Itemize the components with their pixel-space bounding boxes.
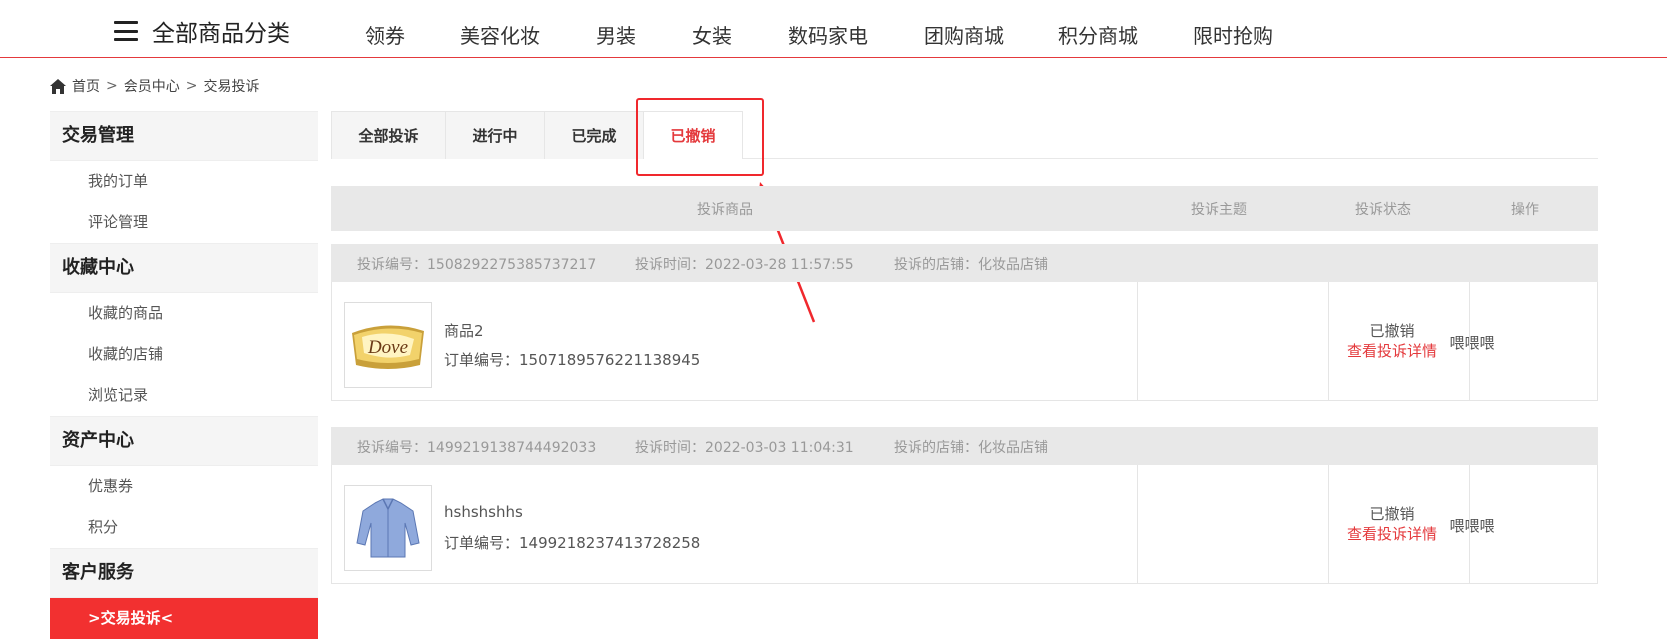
breadcrumb: 首页 > 会员中心 > 交易投诉: [50, 76, 259, 96]
sidebar-section-service: 客户服务: [50, 548, 318, 598]
dove-chocolate-icon: Dove: [352, 325, 424, 369]
product-name[interactable]: hshshshhs: [444, 503, 523, 521]
view-detail-link[interactable]: 查看投诉详情: [1342, 340, 1442, 361]
nav-item-electronics[interactable]: 数码家电: [788, 20, 868, 49]
complaint-time: 投诉时间：2022-03-28 11:57:55: [635, 257, 854, 273]
sidebar-section-assets: 资产中心: [50, 416, 318, 466]
sidebar-item-reviews[interactable]: 评论管理: [50, 202, 318, 243]
svg-text:Dove: Dove: [367, 337, 408, 358]
sidebar-item-my-orders[interactable]: 我的订单: [50, 161, 318, 202]
tab-completed[interactable]: 已完成: [544, 111, 644, 159]
complaint-no: 投诉编号：1499219138744492033: [357, 440, 597, 456]
sidebar-item-coupons[interactable]: 优惠券: [50, 466, 318, 507]
sidebar-section-favorites: 收藏中心: [50, 243, 318, 293]
complaint-item: 投诉编号：1508292275385737217 投诉时间：2022-03-28…: [331, 244, 1598, 401]
sidebar-section-trade: 交易管理: [50, 111, 318, 161]
divider: [1328, 465, 1329, 583]
complaint-status: 已撤销: [1369, 505, 1415, 523]
nav-item-coupons[interactable]: 领券: [365, 20, 405, 49]
highlight-box: [636, 98, 764, 176]
order-number: 订单编号：1507189576221138945: [444, 351, 701, 369]
breadcrumb-home[interactable]: 首页: [72, 76, 100, 96]
header-action: 操作: [1511, 202, 1539, 218]
header-status: 投诉状态: [1355, 202, 1411, 218]
complaint-info-bar: 投诉编号：1508292275385737217 投诉时间：2022-03-28…: [331, 244, 1598, 282]
sidebar-item-fav-products[interactable]: 收藏的商品: [50, 293, 318, 334]
sidebar-item-points[interactable]: 积分: [50, 507, 318, 548]
top-nav: 全部商品分类 领券 美容化妆 男装 女装 数码家电 团购商城 积分商城 限时抢购: [0, 0, 1667, 58]
complaint-row: hshshshhs 订单编号：1499218237413728258 喂喂喂 已…: [331, 465, 1598, 584]
breadcrumb-current: 交易投诉: [203, 79, 260, 95]
breadcrumb-member-center[interactable]: 会员中心: [124, 76, 180, 96]
divider: [1328, 282, 1329, 400]
menu-icon: [114, 21, 138, 41]
sidebar-item-history[interactable]: 浏览记录: [50, 375, 318, 416]
complaint-info-bar: 投诉编号：1499219138744492033 投诉时间：2022-03-03…: [331, 427, 1598, 465]
view-detail-link[interactable]: 查看投诉详情: [1342, 523, 1442, 544]
complaint-no: 投诉编号：1508292275385737217: [357, 257, 597, 273]
header-product: 投诉商品: [697, 202, 753, 218]
complaint-row: Dove 商品2 订单编号：1507189576221138945 喂喂喂 已撤…: [331, 282, 1598, 401]
sidebar-item-complaints[interactable]: >交易投诉<: [50, 598, 318, 639]
nav-item-womenswear[interactable]: 女装: [692, 20, 732, 49]
nav-item-flash-sale[interactable]: 限时抢购: [1193, 20, 1273, 49]
tab-all[interactable]: 全部投诉: [331, 111, 446, 159]
product-name[interactable]: 商品2: [444, 320, 484, 341]
product-thumbnail[interactable]: Dove: [344, 302, 432, 388]
complaint-item: 投诉编号：1499219138744492033 投诉时间：2022-03-03…: [331, 427, 1598, 584]
breadcrumb-separator: >: [106, 78, 118, 94]
sidebar-item-fav-shops[interactable]: 收藏的店铺: [50, 334, 318, 375]
sidebar: 交易管理 我的订单 评论管理 收藏中心 收藏的商品 收藏的店铺 浏览记录 资产中…: [50, 111, 318, 639]
table-header: 投诉商品 投诉主题 投诉状态 操作: [331, 186, 1598, 231]
complaint-shop: 投诉的店铺：化妆品店铺: [894, 257, 1048, 273]
complaint-status: 已撤销: [1369, 322, 1415, 340]
breadcrumb-separator: >: [185, 78, 198, 94]
divider: [1469, 465, 1470, 583]
header-subject: 投诉主题: [1191, 202, 1247, 218]
complaint-shop: 投诉的店铺：化妆品店铺: [894, 440, 1048, 456]
divider: [1137, 465, 1138, 583]
divider: [1469, 282, 1470, 400]
nav-item-points-mall[interactable]: 积分商城: [1058, 20, 1138, 49]
home-icon: [50, 78, 66, 94]
nav-item-beauty[interactable]: 美容化妆: [460, 20, 540, 49]
product-thumbnail[interactable]: [344, 485, 432, 571]
all-categories-label: 全部商品分类: [152, 21, 290, 47]
complaint-subject: 喂喂喂: [1449, 334, 1495, 352]
divider: [1137, 282, 1138, 400]
complaint-tabs: 全部投诉 进行中 已完成 已撤销: [331, 111, 1598, 159]
all-categories-button[interactable]: 全部商品分类: [114, 16, 290, 47]
complaint-subject: 喂喂喂: [1449, 517, 1495, 535]
complaint-time: 投诉时间：2022-03-03 11:04:31: [635, 440, 854, 456]
nav-item-menswear[interactable]: 男装: [596, 20, 636, 49]
blue-shirt-icon: [356, 498, 420, 558]
tab-in-progress[interactable]: 进行中: [445, 111, 545, 159]
nav-item-group-buy[interactable]: 团购商城: [924, 20, 1004, 49]
order-number: 订单编号：1499218237413728258: [444, 534, 701, 552]
